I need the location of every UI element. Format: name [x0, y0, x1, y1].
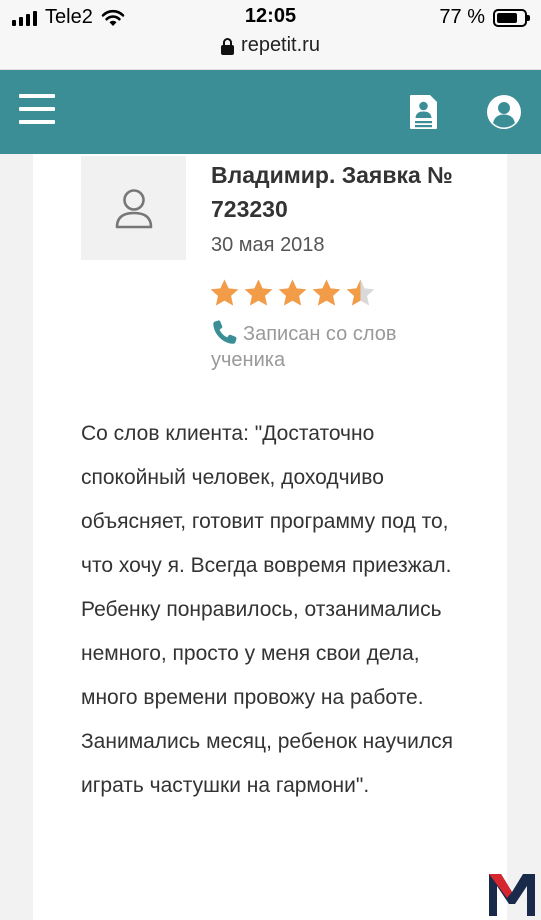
rating-star-icon — [312, 279, 341, 306]
rating-star-icon — [278, 279, 307, 306]
source-note: Записан со слов ученика — [211, 318, 451, 373]
url-bar[interactable]: repetit.ru — [0, 34, 541, 70]
lock-icon — [221, 38, 235, 55]
review-card: Владимир. Заявка № 723230 30 мая 2018 За… — [33, 154, 507, 920]
status-right: 77 % — [439, 6, 530, 29]
review-date: 30 мая 2018 — [211, 234, 325, 256]
rating-stars — [209, 278, 376, 308]
url-text[interactable]: repetit.ru — [241, 34, 320, 57]
status-bar: Tele2 12:05 77 % — [0, 0, 541, 34]
rating-star-icon — [346, 279, 375, 306]
rating-star-icon — [244, 279, 273, 306]
rating-star-icon — [210, 279, 239, 306]
avatar — [81, 156, 186, 260]
user-account-icon[interactable] — [486, 94, 522, 130]
review-text: Со слов клиента: "Достаточно спокойный ч… — [81, 422, 453, 797]
phone-icon — [213, 320, 237, 344]
battery-percent: 77 % — [439, 6, 485, 28]
review-title: Владимир. Заявка № 723230 — [211, 162, 453, 222]
hamburger-menu-icon[interactable] — [19, 94, 55, 126]
watermark-logo — [489, 874, 535, 916]
user-placeholder-icon — [115, 189, 152, 229]
site-header — [0, 70, 541, 154]
profile-document-icon[interactable] — [408, 94, 440, 130]
battery-icon — [493, 8, 530, 27]
